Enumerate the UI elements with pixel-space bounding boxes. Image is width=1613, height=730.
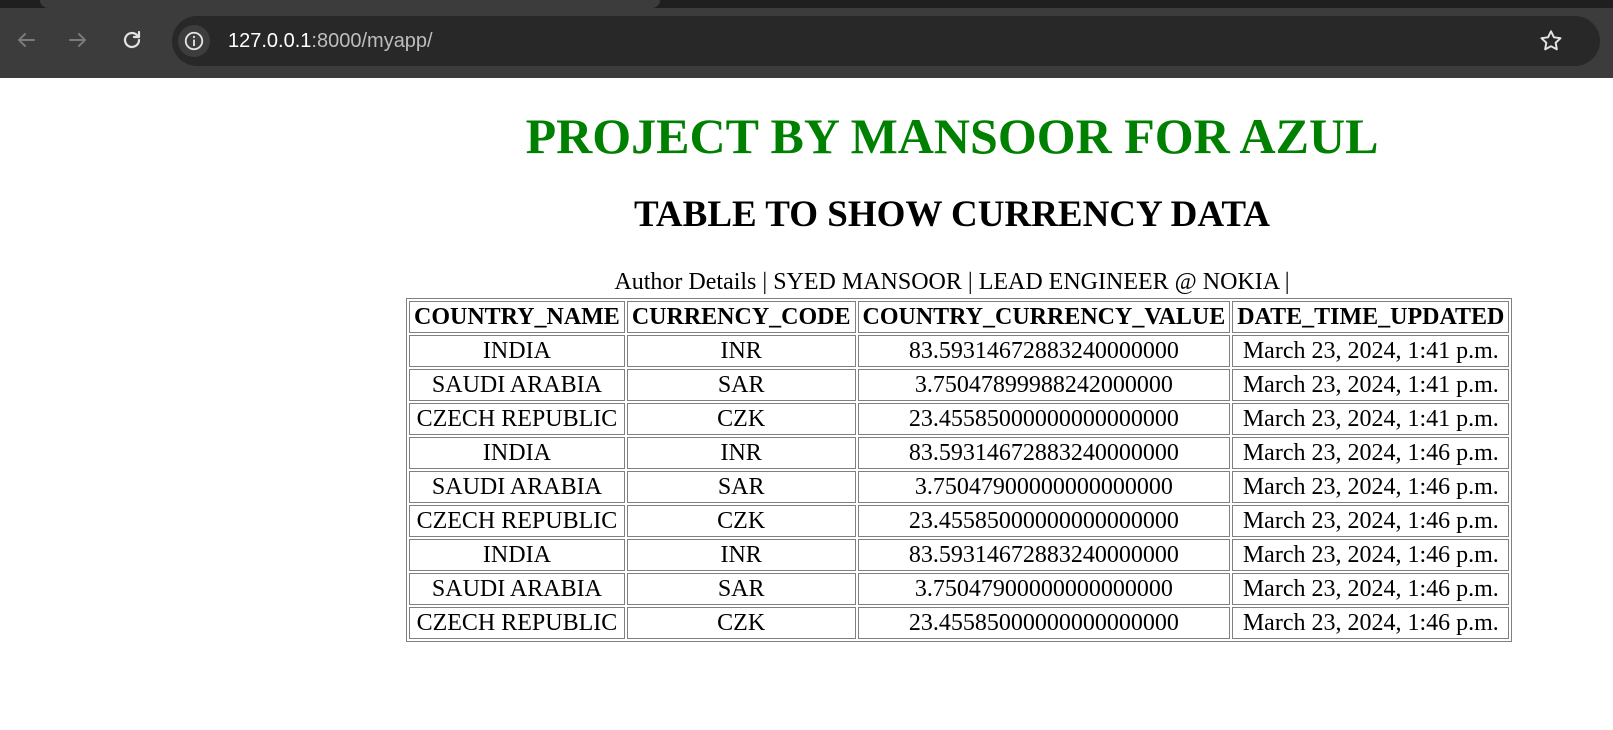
currency-value-cell: 23.45585000000000000000 [857, 607, 1231, 639]
tab-strip [0, 0, 1613, 8]
column-header-country-name: COUNTRY_NAME [409, 301, 625, 333]
table-body: INDIA INR 83.59314672883240000000 March 23,… [409, 335, 1510, 639]
table-row: SAUDI ARABIA SAR 3.75047900000000000000 Mar… [409, 573, 1510, 605]
reload-button[interactable] [114, 22, 150, 58]
date-time-cell: March 23, 2024, 1:46 p.m. [1232, 505, 1510, 537]
back-button[interactable] [8, 22, 44, 58]
bookmark-button[interactable] [1538, 28, 1564, 54]
currency-value-cell: 3.75047900000000000000 [857, 573, 1231, 605]
reload-icon [123, 30, 141, 49]
date-time-cell: March 23, 2024, 1:41 p.m. [1232, 403, 1510, 435]
country-name-cell: SAUDI ARABIA [409, 471, 625, 503]
date-time-cell: March 23, 2024, 1:46 p.m. [1232, 573, 1510, 605]
country-name-cell: CZECH REPUBLIC [409, 607, 625, 639]
date-time-cell: March 23, 2024, 1:46 p.m. [1232, 539, 1510, 571]
currency-value-cell: 23.45585000000000000000 [857, 505, 1231, 537]
country-name-cell: INDIA [409, 335, 625, 367]
date-time-cell: March 23, 2024, 1:46 p.m. [1232, 437, 1510, 469]
currency-code-cell: CZK [626, 607, 856, 639]
currency-code-cell: INR [626, 437, 856, 469]
currency-value-cell: 83.59314672883240000000 [857, 335, 1231, 367]
currency-value-cell: 3.75047899988242000000 [857, 369, 1231, 401]
browser-toolbar: 127.0.0.1:8000/myapp/ [0, 0, 1613, 78]
page-content: PROJECT BY MANSOOR FOR AZUL TABLE TO SHO… [0, 78, 1613, 730]
country-name-cell: INDIA [409, 539, 625, 571]
currency-code-cell: SAR [626, 369, 856, 401]
table-header-row: COUNTRY_NAME CURRENCY_CODE COUNTRY_CURRE… [409, 301, 1510, 333]
currency-value-cell: 3.75047900000000000000 [857, 471, 1231, 503]
table-heading: TABLE TO SHOW CURRENCY DATA [634, 194, 1270, 235]
currency-code-cell: INR [626, 539, 856, 571]
address-bar[interactable]: 127.0.0.1:8000/myapp/ [172, 16, 1600, 66]
page-title: PROJECT BY MANSOOR FOR AZUL [525, 108, 1379, 164]
date-time-cell: March 23, 2024, 1:41 p.m. [1232, 369, 1510, 401]
column-header-date-time-updated: DATE_TIME_UPDATED [1232, 301, 1510, 333]
country-name-cell: INDIA [409, 437, 625, 469]
currency-value-cell: 83.59314672883240000000 [857, 539, 1231, 571]
table-row: SAUDI ARABIA SAR 3.75047900000000000000 Mar… [409, 471, 1510, 503]
site-info-button[interactable] [178, 25, 210, 57]
table-row: INDIA INR 83.59314672883240000000 March 23,… [409, 539, 1510, 571]
country-name-cell: CZECH REPUBLIC [409, 505, 625, 537]
table-row: CZECH REPUBLIC CZK 23.45585000000000000000… [409, 607, 1510, 639]
arrow-right-icon [69, 33, 86, 47]
author-details: Author Details | SYED MANSOOR | LEAD ENG… [614, 269, 1290, 295]
table-row: INDIA INR 83.59314672883240000000 March 23,… [409, 335, 1510, 367]
arrow-left-icon [18, 33, 35, 47]
currency-code-cell: CZK [626, 403, 856, 435]
country-name-cell: SAUDI ARABIA [409, 369, 625, 401]
url-host: 127.0.0.1 [228, 30, 312, 52]
star-icon [1540, 30, 1562, 51]
active-tab[interactable] [40, 0, 660, 8]
currency-code-cell: SAR [626, 471, 856, 503]
forward-button[interactable] [60, 22, 96, 58]
date-time-cell: March 23, 2024, 1:46 p.m. [1232, 471, 1510, 503]
column-header-currency-code: CURRENCY_CODE [626, 301, 856, 333]
currency-value-cell: 83.59314672883240000000 [857, 437, 1231, 469]
date-time-cell: March 23, 2024, 1:41 p.m. [1232, 335, 1510, 367]
url-text[interactable]: 127.0.0.1:8000/myapp/ [228, 29, 433, 53]
info-icon [184, 31, 204, 51]
currency-value-cell: 23.45585000000000000000 [857, 403, 1231, 435]
table-row: CZECH REPUBLIC CZK 23.45585000000000000000… [409, 403, 1510, 435]
currency-code-cell: CZK [626, 505, 856, 537]
country-name-cell: SAUDI ARABIA [409, 573, 625, 605]
table-row: SAUDI ARABIA SAR 3.75047899988242000000 Mar… [409, 369, 1510, 401]
currency-code-cell: SAR [626, 573, 856, 605]
currency-code-cell: INR [626, 335, 856, 367]
table-row: INDIA INR 83.59314672883240000000 March 23,… [409, 437, 1510, 469]
url-path: :8000/myapp/ [311, 30, 433, 52]
date-time-cell: March 23, 2024, 1:46 p.m. [1232, 607, 1510, 639]
column-header-currency-value: COUNTRY_CURRENCY_VALUE [857, 301, 1231, 333]
country-name-cell: CZECH REPUBLIC [409, 403, 625, 435]
table-row: CZECH REPUBLIC CZK 23.45585000000000000000… [409, 505, 1510, 537]
currency-table: COUNTRY_NAME CURRENCY_CODE COUNTRY_CURRE… [406, 298, 1513, 642]
